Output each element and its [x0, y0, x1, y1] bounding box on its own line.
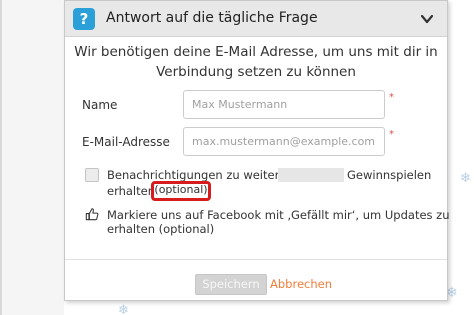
dialog-title: Antwort auf die tägliche Frage: [106, 10, 318, 26]
name-label: Name: [82, 98, 118, 112]
save-button[interactable]: Speichern: [195, 274, 267, 295]
page-background-left: [0, 0, 64, 315]
newsletter-label: Benachrichtigungen zu weiteren: [107, 168, 294, 182]
facebook-like-text: Markiere uns auf Facebook mit ‚Gefällt m…: [107, 208, 450, 236]
question-dialog: ? Antwort auf die tägliche Frage Wir ben…: [64, 0, 450, 301]
page-background-divider: [0, 0, 2, 315]
chevron-down-icon[interactable]: [419, 11, 435, 27]
optional-label: (optional): [154, 183, 208, 196]
email-input[interactable]: [183, 127, 385, 156]
facebook-line: erhalten (optional): [107, 222, 215, 236]
dialog-header[interactable]: ? Antwort auf die tägliche Frage: [65, 1, 447, 37]
newsletter-checkbox[interactable]: [85, 168, 99, 182]
name-input[interactable]: [183, 90, 385, 119]
required-marker: *: [389, 92, 394, 103]
thumbs-up-icon: [85, 208, 99, 221]
intro-line: Verbindung setzen zu können: [156, 64, 356, 80]
intro-line: Wir benötigen deine E-Mail Adresse, um u…: [74, 44, 438, 60]
required-marker: *: [389, 129, 394, 140]
snowflake-icon: ❄: [118, 303, 129, 315]
facebook-line: Markiere uns auf Facebook mit ‚Gefällt m…: [107, 208, 450, 222]
footer-divider: [65, 259, 447, 260]
newsletter-label: Gewinnspielen: [347, 168, 432, 182]
question-icon: ?: [73, 8, 95, 30]
redacted-text: [278, 168, 344, 182]
newsletter-label: erhalten: [107, 184, 156, 198]
snowflake-icon: ❄: [460, 171, 471, 186]
email-label: E-Mail-Adresse: [82, 135, 170, 149]
cancel-button[interactable]: Abbrechen: [270, 277, 332, 291]
dialog-intro: Wir benötigen deine E-Mail Adresse, um u…: [65, 42, 447, 82]
